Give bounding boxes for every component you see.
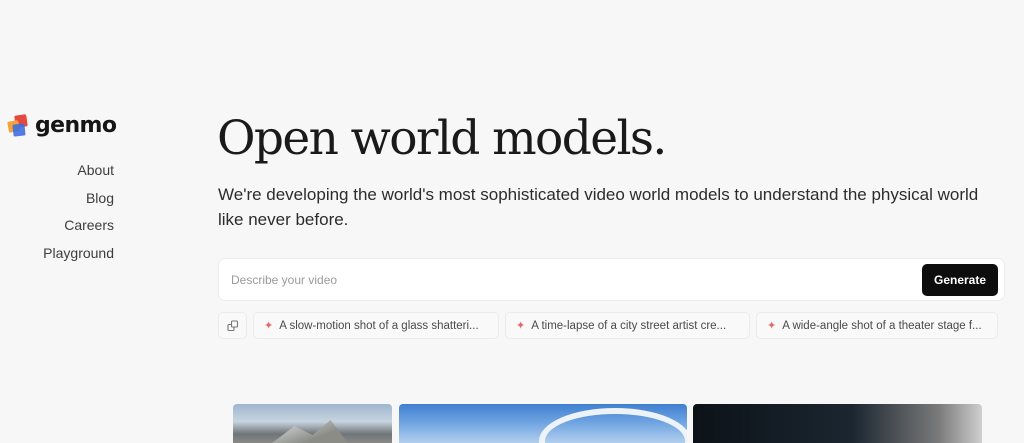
- nav-link-blog[interactable]: Blog: [86, 188, 114, 216]
- nav-link-about[interactable]: About: [77, 160, 114, 188]
- page: genmo About Blog Careers Playground Open…: [0, 0, 1024, 443]
- video-thumbnail[interactable]: [233, 404, 392, 443]
- suggestion-chip[interactable]: ✦ A slow-motion shot of a glass shatteri…: [253, 312, 499, 339]
- suggestion-text: A slow-motion shot of a glass shatteri..…: [279, 319, 479, 332]
- suggestion-chip[interactable]: ✦ A wide-angle shot of a theater stage f…: [756, 312, 998, 339]
- nav-link-playground[interactable]: Playground: [43, 243, 114, 271]
- nav-link-careers[interactable]: Careers: [64, 215, 114, 243]
- page-subtitle: We're developing the world's most sophis…: [218, 185, 979, 229]
- shuffle-button[interactable]: [218, 312, 247, 339]
- video-thumbnail[interactable]: [399, 404, 687, 443]
- video-prompt-input[interactable]: [231, 259, 921, 300]
- sparkle-icon: ✦: [767, 320, 777, 332]
- sidebar-nav: About Blog Careers Playground: [0, 160, 114, 270]
- prompt-bar: Generate: [218, 258, 1005, 301]
- sparkle-icon: ✦: [264, 320, 274, 332]
- genmo-logo-icon: [7, 114, 28, 137]
- suggestion-chip[interactable]: ✦ A time-lapse of a city street artist c…: [505, 312, 750, 339]
- page-headline: Open world models.: [217, 111, 667, 166]
- shuffle-icon: [226, 319, 238, 331]
- brand-logo[interactable]: genmo: [6, 113, 117, 139]
- prompt-suggestions: ✦ A slow-motion shot of a glass shatteri…: [218, 312, 998, 339]
- suggestion-text: A time-lapse of a city street artist cre…: [531, 319, 727, 332]
- suggestion-text: A wide-angle shot of a theater stage f..…: [782, 319, 982, 332]
- sparkle-icon: ✦: [516, 320, 526, 332]
- video-thumbnail[interactable]: [693, 404, 982, 443]
- brand-name: genmo: [35, 113, 117, 138]
- generate-button[interactable]: Generate: [922, 264, 998, 296]
